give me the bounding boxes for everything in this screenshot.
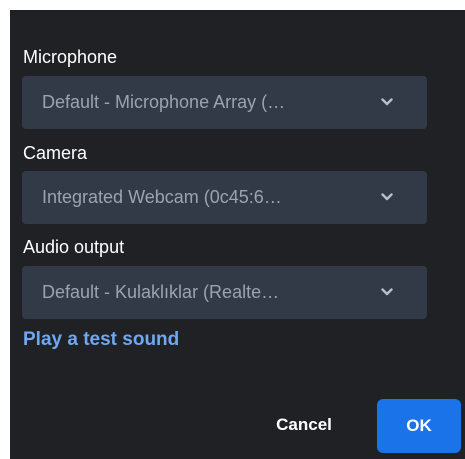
chevron-down-icon: [381, 98, 393, 106]
camera-label: Camera: [23, 143, 88, 163]
camera-select[interactable]: Integrated Webcam (0c45:6…: [22, 171, 427, 224]
chevron-down-icon: [381, 288, 393, 296]
cancel-button[interactable]: Cancel: [254, 399, 354, 451]
audio-output-select[interactable]: Default - Kulaklıklar (Realte…: [22, 266, 427, 319]
ok-button[interactable]: OK: [377, 399, 461, 453]
device-settings-dialog: Microphone Default - Microphone Array (……: [10, 10, 465, 459]
audio-output-select-value: Default - Kulaklıklar (Realte…: [42, 282, 280, 302]
camera-select-value: Integrated Webcam (0c45:6…: [42, 187, 282, 207]
audio-output-label: Audio output: [23, 237, 125, 257]
chevron-down-icon: [381, 193, 393, 201]
microphone-select-value: Default - Microphone Array (…: [42, 92, 286, 112]
play-test-sound-link[interactable]: Play a test sound: [23, 328, 179, 352]
microphone-label: Microphone: [23, 47, 118, 67]
microphone-select[interactable]: Default - Microphone Array (…: [22, 76, 427, 129]
